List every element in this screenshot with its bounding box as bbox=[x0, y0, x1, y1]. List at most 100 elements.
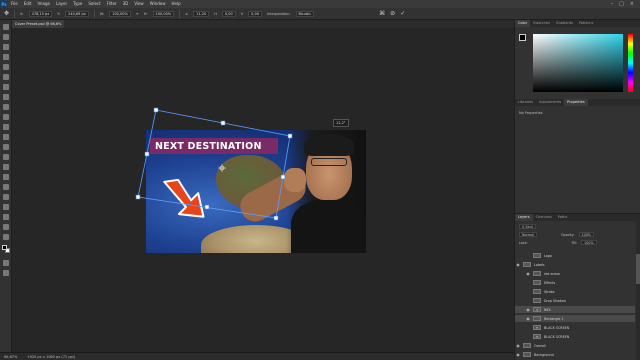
layer-row[interactable]: ◉ red arrow bbox=[515, 270, 635, 277]
layer-row[interactable]: ◉ T NEX bbox=[515, 306, 635, 313]
zoom-level[interactable]: 66,67% bbox=[4, 355, 17, 359]
brush-tool-icon[interactable] bbox=[3, 104, 9, 110]
document-canvas[interactable]: NEXT DESTINATION bbox=[146, 130, 366, 253]
menu-filter[interactable]: Filter bbox=[104, 0, 120, 8]
tab-layers[interactable]: Layers bbox=[515, 214, 533, 221]
tab-gradients[interactable]: Gradients bbox=[553, 20, 576, 27]
tab-properties[interactable]: Properties bbox=[564, 99, 588, 106]
eyedropper-tool-icon[interactable] bbox=[3, 84, 9, 90]
close-icon[interactable]: × bbox=[630, 1, 634, 7]
hue-slider[interactable] bbox=[628, 34, 633, 92]
link-icon[interactable]: ⚭ bbox=[136, 12, 139, 16]
layer-row[interactable]: T BLACK SCREEN bbox=[515, 333, 635, 340]
layer-name: red arrow bbox=[544, 271, 560, 276]
tab-channels[interactable]: Channels bbox=[533, 214, 555, 221]
blend-mode-select[interactable]: Normal bbox=[519, 232, 537, 237]
menu-view[interactable]: View bbox=[131, 0, 147, 8]
y-position-field[interactable]: 240,69 px bbox=[65, 10, 89, 17]
shape-tool-icon[interactable] bbox=[3, 204, 9, 210]
warp-icon[interactable]: ⌘ bbox=[379, 10, 385, 17]
panel-foreground-color[interactable] bbox=[519, 34, 526, 41]
visibility-eye-icon[interactable]: ◉ bbox=[515, 352, 521, 357]
color-picker-field[interactable] bbox=[533, 34, 623, 92]
layer-row[interactable]: ◉ Overall bbox=[515, 342, 635, 349]
healing-tool-icon[interactable] bbox=[3, 94, 9, 100]
visibility-eye-icon[interactable]: ◉ bbox=[525, 271, 531, 276]
layers-scrollbar[interactable] bbox=[636, 214, 640, 360]
lasso-tool-icon[interactable] bbox=[3, 44, 9, 50]
history-brush-icon[interactable] bbox=[3, 124, 9, 130]
x-label: X: bbox=[20, 11, 24, 16]
menu-edit[interactable]: Edit bbox=[21, 0, 35, 8]
maximize-icon[interactable]: □ bbox=[619, 1, 624, 7]
menu-type[interactable]: Type bbox=[70, 0, 85, 8]
menu-file[interactable]: File bbox=[8, 0, 21, 8]
tab-paths[interactable]: Paths bbox=[555, 214, 571, 221]
tab-adjustments[interactable]: Adjustments bbox=[536, 99, 564, 106]
layer-row[interactable]: Stroke bbox=[515, 288, 635, 295]
divider bbox=[179, 9, 181, 18]
gradient-tool-icon[interactable] bbox=[3, 144, 9, 150]
commit-transform-icon[interactable]: ✓ bbox=[400, 10, 405, 17]
layer-row[interactable]: ◉ Background bbox=[515, 351, 635, 358]
layer-name: NEX bbox=[544, 307, 551, 312]
more-tools-icon[interactable] bbox=[3, 234, 9, 240]
layer-row[interactable]: Logo bbox=[515, 252, 635, 259]
h-skew-field[interactable]: 0,00 bbox=[221, 10, 236, 17]
foreground-color-swatch[interactable] bbox=[2, 245, 7, 250]
layer-row[interactable]: T BLACK SCREEN bbox=[515, 324, 635, 331]
opacity-field[interactable]: 100% bbox=[578, 232, 594, 237]
marquee-tool-icon[interactable] bbox=[3, 34, 9, 40]
eraser-tool-icon[interactable] bbox=[3, 134, 9, 140]
title-banner[interactable]: NEXT DESTINATION bbox=[150, 138, 278, 154]
dodge-tool-icon[interactable] bbox=[3, 164, 9, 170]
layer-row[interactable]: ◉ Rectangle 1 bbox=[515, 315, 635, 322]
tab-libraries[interactable]: Libraries bbox=[515, 99, 536, 106]
stamp-tool-icon[interactable] bbox=[3, 114, 9, 120]
fill-field[interactable]: 100% bbox=[581, 240, 597, 245]
layer-row[interactable]: ◉ Labels bbox=[515, 261, 635, 268]
cancel-transform-icon[interactable]: ⊘ bbox=[390, 10, 395, 17]
frame-tool-icon[interactable] bbox=[3, 74, 9, 80]
visibility-eye-icon[interactable]: ◉ bbox=[525, 307, 531, 312]
menu-3d[interactable]: 3D bbox=[120, 0, 132, 8]
quick-select-tool-icon[interactable] bbox=[3, 54, 9, 60]
path-select-tool-icon[interactable] bbox=[3, 194, 9, 200]
height-field[interactable]: 100,00% bbox=[152, 10, 175, 17]
menu-image[interactable]: Image bbox=[34, 0, 53, 8]
layer-thumbnail: T bbox=[533, 325, 541, 330]
menu-layer[interactable]: Layer bbox=[53, 0, 70, 8]
type-tool-icon[interactable] bbox=[3, 184, 9, 190]
pen-tool-icon[interactable] bbox=[3, 174, 9, 180]
menu-help[interactable]: Help bbox=[168, 0, 183, 8]
layer-kind-filter[interactable]: ⚲ Kind bbox=[519, 224, 536, 229]
crop-tool-icon[interactable] bbox=[3, 64, 9, 70]
document-tab[interactable]: Cover Preset.psd @ 66,6% (RGB/8*) * bbox=[12, 20, 64, 34]
angle-field[interactable]: 11,20 bbox=[193, 10, 210, 17]
blur-tool-icon[interactable] bbox=[3, 154, 9, 160]
visibility-eye-icon[interactable]: ◉ bbox=[515, 343, 521, 348]
layer-thumbnail: T bbox=[533, 334, 541, 339]
x-position-field[interactable]: 478,15 px bbox=[28, 10, 53, 17]
menu-window[interactable]: Window bbox=[147, 0, 169, 8]
screen-mode-icon[interactable] bbox=[3, 270, 9, 276]
move-tool-icon[interactable]: ✥ bbox=[4, 10, 9, 17]
visibility-eye-icon[interactable]: ◉ bbox=[515, 262, 521, 267]
minimize-icon[interactable]: – bbox=[611, 1, 614, 7]
width-field[interactable]: 100,00% bbox=[109, 10, 131, 17]
v-skew-field[interactable]: 0,00 bbox=[248, 10, 262, 17]
menu-select[interactable]: Select bbox=[85, 0, 103, 8]
opacity-label: Opacity: bbox=[560, 232, 575, 237]
tab-swatches[interactable]: Swatches bbox=[530, 20, 553, 27]
quick-mask-icon[interactable] bbox=[3, 260, 9, 266]
tab-patterns[interactable]: Patterns bbox=[576, 20, 596, 27]
layer-row[interactable]: Effects bbox=[515, 279, 635, 286]
visibility-eye-icon[interactable]: ◉ bbox=[525, 316, 531, 321]
hand-tool-icon[interactable] bbox=[3, 214, 9, 220]
interpolation-select[interactable]: Bicubic bbox=[295, 10, 315, 17]
move-tool-icon[interactable] bbox=[3, 24, 9, 30]
layer-row[interactable]: Drop Shadow bbox=[515, 297, 635, 304]
tab-color[interactable]: Color bbox=[515, 20, 531, 27]
zoom-tool-icon[interactable] bbox=[3, 224, 9, 230]
scrollbar-thumb[interactable] bbox=[636, 254, 640, 284]
